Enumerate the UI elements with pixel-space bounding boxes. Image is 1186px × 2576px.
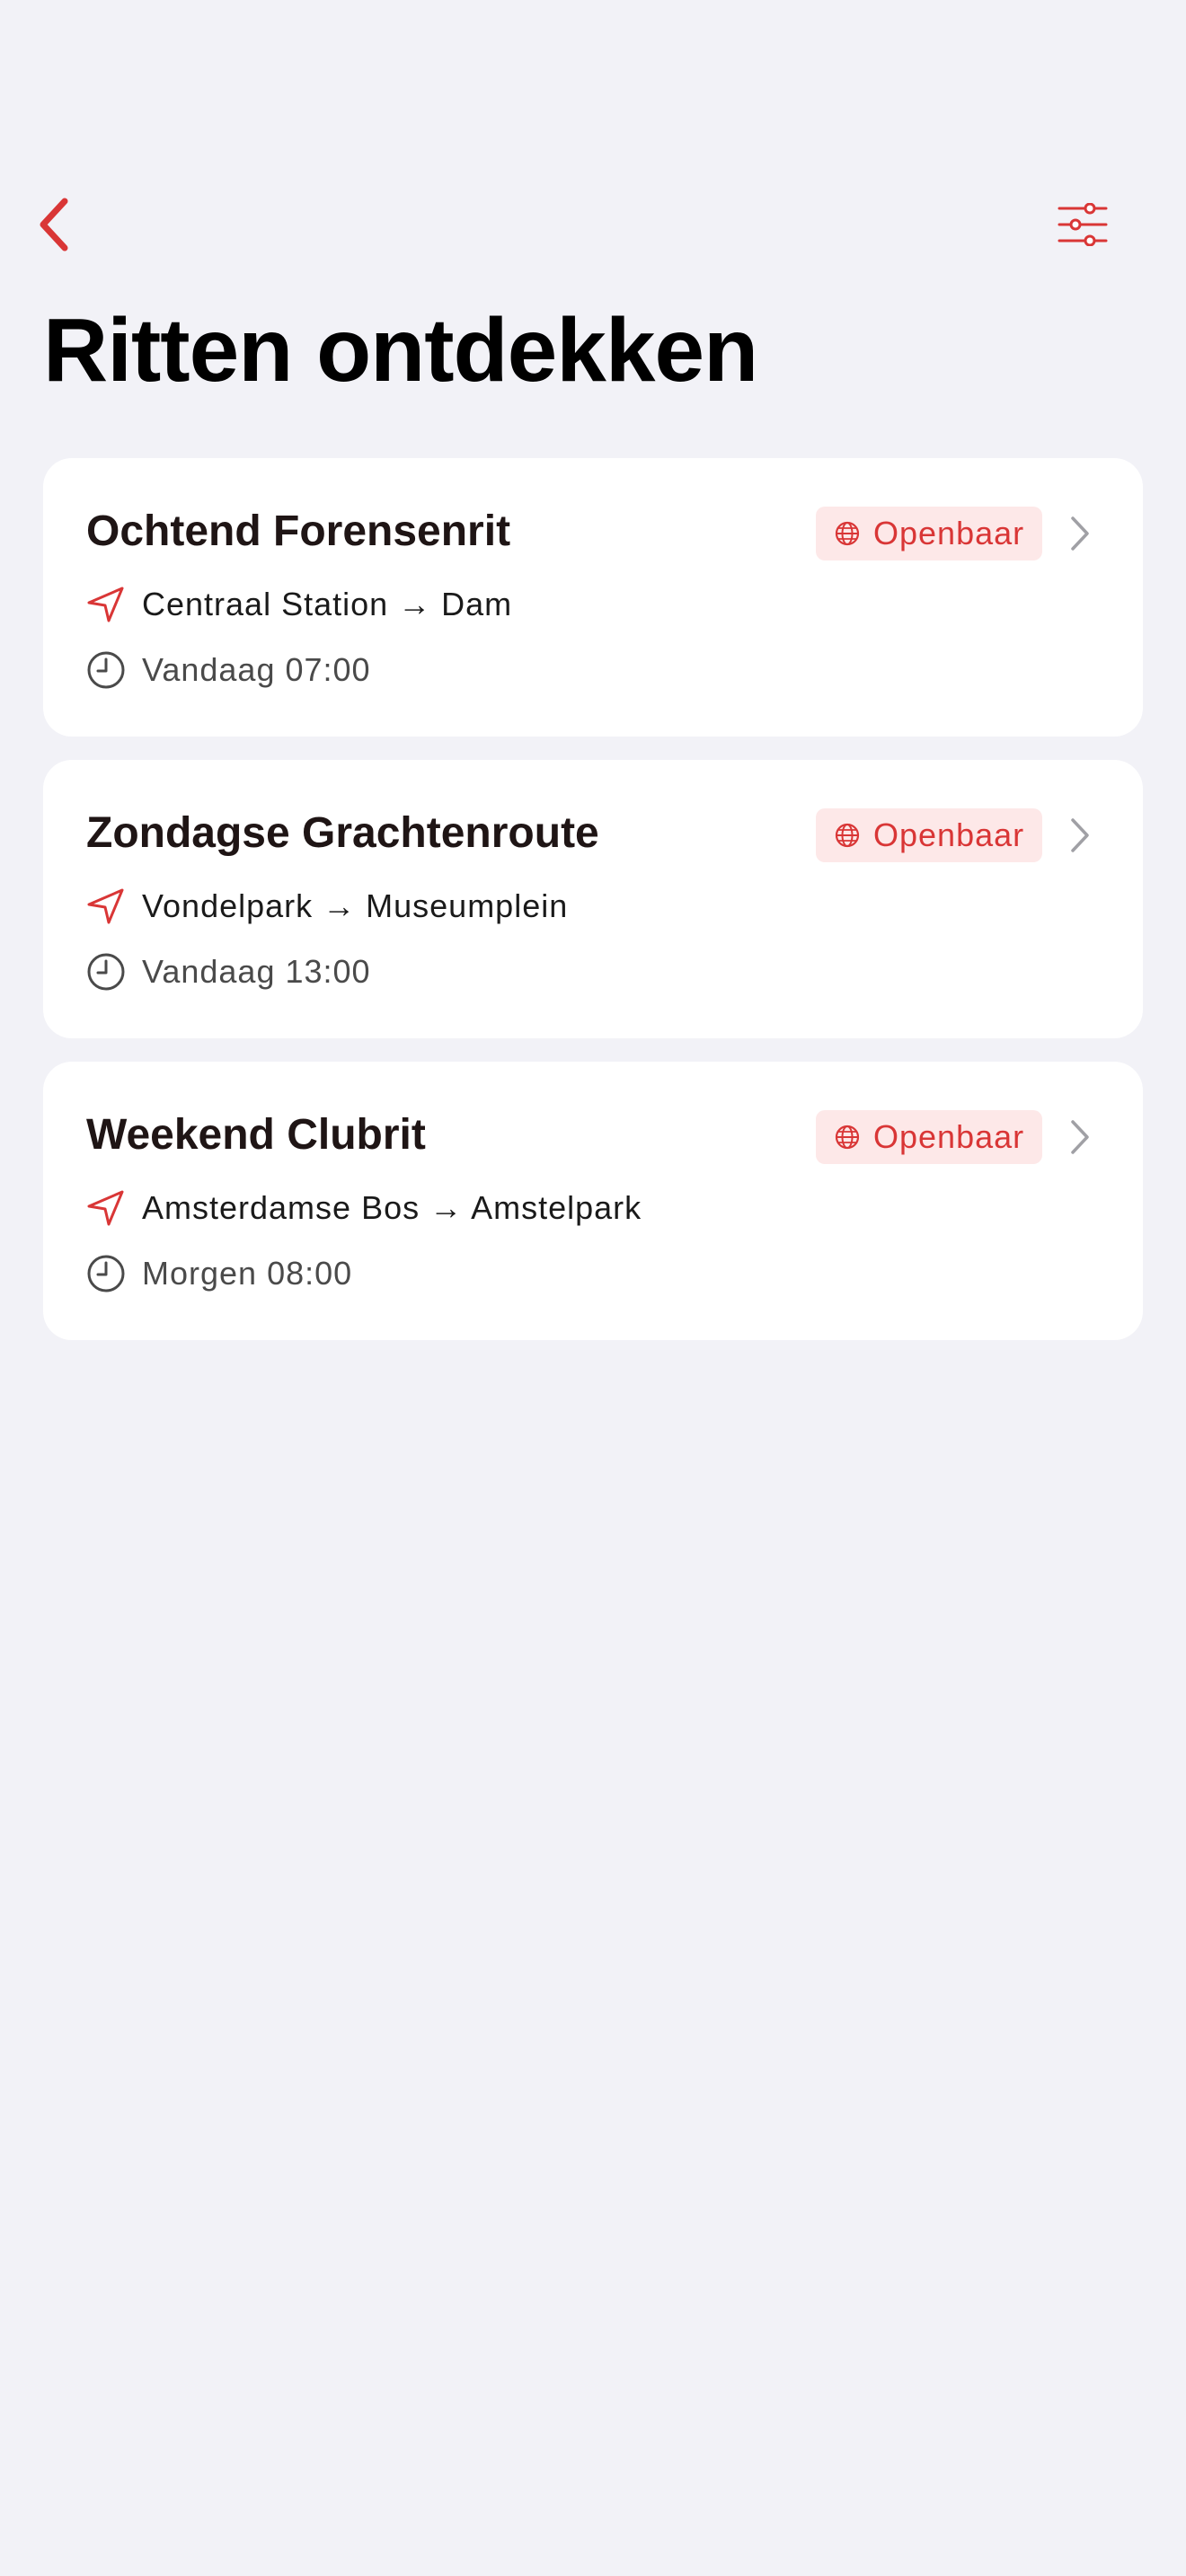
visibility-badge: Openbaar xyxy=(816,808,1043,862)
ride-card[interactable]: Zondagse Grachtenroute Openbaar Vondelpa… xyxy=(43,760,1143,1038)
badge-label: Openbaar xyxy=(873,1118,1025,1155)
time-text: Vandaag 13:00 xyxy=(142,953,371,990)
globe-icon xyxy=(834,822,861,849)
chevron-right-icon xyxy=(1062,816,1098,855)
chevron-right-icon xyxy=(1062,514,1098,553)
time-text: Vandaag 07:00 xyxy=(142,651,371,688)
globe-icon xyxy=(834,1124,861,1151)
time-row: Vandaag 07:00 xyxy=(86,650,371,690)
navigation-bar xyxy=(0,180,1186,269)
ride-card[interactable]: Weekend Clubrit Openbaar Amsterdamse Bos… xyxy=(43,1062,1143,1340)
route-row: Amsterdamse Bos → Amstelpark xyxy=(86,1189,642,1227)
clock-icon xyxy=(86,952,126,992)
route-text: Centraal Station → Dam xyxy=(142,586,513,622)
sliders-icon xyxy=(1058,203,1108,246)
route-row: Centraal Station → Dam xyxy=(86,586,512,623)
ride-title: Weekend Clubrit xyxy=(86,1111,426,1159)
globe-icon xyxy=(834,520,861,547)
location-arrow-icon xyxy=(86,887,126,925)
ride-list: Ochtend Forensenrit Openbaar Centraal St… xyxy=(43,458,1143,1363)
ride-card[interactable]: Ochtend Forensenrit Openbaar Centraal St… xyxy=(43,458,1143,737)
page-title: Ritten ontdekken xyxy=(43,300,758,401)
back-button[interactable] xyxy=(27,198,81,251)
route-row: Vondelpark → Museumplein xyxy=(86,887,568,925)
clock-icon xyxy=(86,1254,126,1293)
clock-icon xyxy=(86,650,126,690)
ride-title: Ochtend Forensenrit xyxy=(86,507,511,555)
route-text: Vondelpark → Museumplein xyxy=(142,887,569,924)
filter-button[interactable] xyxy=(1051,198,1114,251)
visibility-badge: Openbaar xyxy=(816,507,1043,560)
time-text: Morgen 08:00 xyxy=(142,1255,353,1292)
location-arrow-icon xyxy=(86,586,126,623)
badge-label: Openbaar xyxy=(873,515,1025,551)
route-text: Amsterdamse Bos → Amstelpark xyxy=(142,1189,642,1226)
badge-label: Openbaar xyxy=(873,816,1025,853)
location-arrow-icon xyxy=(86,1189,126,1227)
chevron-right-icon xyxy=(1062,1117,1098,1157)
ride-title: Zondagse Grachtenroute xyxy=(86,809,599,857)
chevron-left-icon xyxy=(36,198,72,251)
time-row: Morgen 08:00 xyxy=(86,1254,352,1293)
visibility-badge: Openbaar xyxy=(816,1110,1043,1164)
time-row: Vandaag 13:00 xyxy=(86,952,371,992)
